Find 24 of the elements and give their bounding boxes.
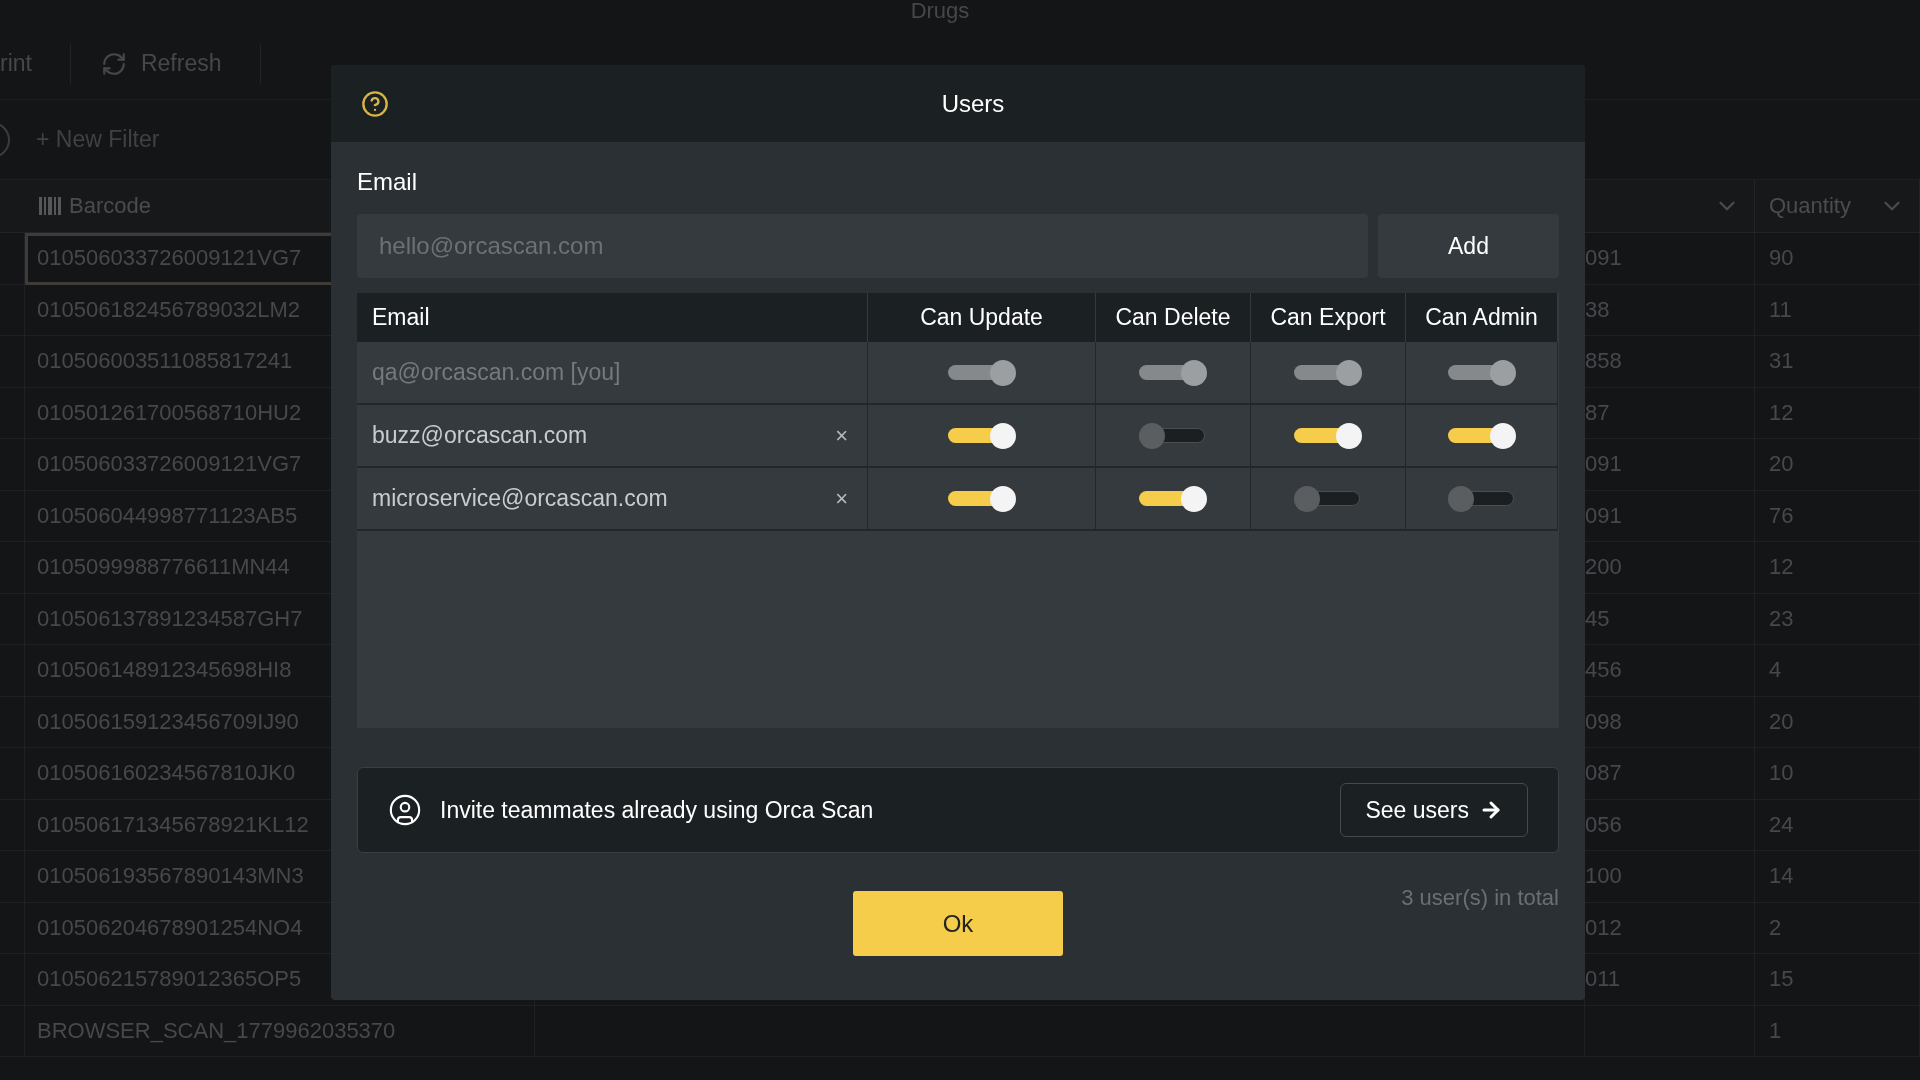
toggle-switch[interactable] (947, 485, 1016, 512)
column-header: Email (372, 304, 430, 331)
barcode-icon (39, 197, 61, 215)
remove-button[interactable]: × (831, 485, 852, 512)
remove-button[interactable]: × (831, 422, 852, 449)
ok-button[interactable]: Ok (853, 891, 1063, 956)
column-header: Can Update (920, 304, 1043, 331)
toggle-switch[interactable] (947, 422, 1016, 449)
toggle-switch[interactable] (1294, 422, 1362, 449)
toggle-switch[interactable] (1447, 485, 1516, 512)
dialog-title: Users (941, 89, 1005, 118)
column-header: Can Delete (1115, 304, 1231, 331)
toggle-switch[interactable] (1139, 485, 1207, 512)
column-header: Can Export (1270, 304, 1386, 331)
toggle-switch[interactable] (1139, 422, 1207, 449)
user-circle-icon (388, 793, 422, 827)
user-count: 3 user(s) in total (1401, 885, 1559, 911)
help-icon[interactable] (361, 89, 389, 118)
toggle-switch[interactable] (1294, 485, 1362, 512)
column-header: Can Admin (1425, 304, 1538, 331)
field-label: Email (357, 168, 417, 196)
add-button[interactable]: Add (1378, 214, 1559, 278)
toggle-switch[interactable] (1447, 422, 1516, 449)
see-users-button[interactable]: See users (1340, 783, 1528, 837)
